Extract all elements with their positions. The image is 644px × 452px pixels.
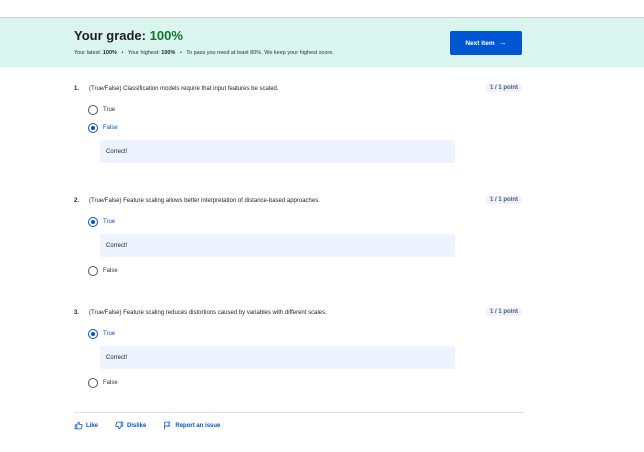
arrow-right-icon: → [498, 38, 507, 47]
latest-label: Your latest: [74, 50, 102, 56]
question-text: (True/False) Classification models requi… [89, 86, 279, 92]
next-item-label: Next item [465, 39, 495, 47]
points-badge: 1 / 1 point [485, 196, 522, 204]
feedback-correct: Correct! [100, 140, 455, 163]
question-text: (True/False) Feature scaling reduces dis… [89, 310, 327, 316]
thumbs-down-icon [115, 421, 124, 430]
points-badge: 1 / 1 point [485, 308, 522, 316]
option-true[interactable]: True [88, 216, 115, 228]
option-label: False [103, 380, 118, 386]
grade-value: 100% [149, 28, 183, 43]
grade-title: Your grade: 100% [74, 28, 183, 43]
points-badge: 1 / 1 point [485, 84, 522, 92]
feedback-correct: Correct! [100, 234, 455, 257]
option-true[interactable]: True [88, 104, 115, 116]
grade-summary: Your latest: 100% • Your highest: 100% •… [74, 50, 334, 56]
separator-dot: • [121, 50, 124, 56]
option-label: False [103, 268, 118, 274]
question-number: 2. [74, 198, 80, 204]
next-item-button[interactable]: Next item → [450, 31, 522, 55]
radio-unselected[interactable] [88, 378, 98, 388]
dislike-button[interactable]: Dislike [115, 421, 146, 430]
report-issue-button[interactable]: Report an issue [163, 421, 220, 430]
highest-label: Your highest: [127, 50, 160, 56]
option-label: False [103, 125, 118, 131]
option-true[interactable]: True [88, 328, 115, 340]
question-text: (True/False) Feature scaling allows bett… [89, 198, 320, 204]
question-number: 1. [74, 86, 80, 92]
dislike-label: Dislike [127, 422, 147, 429]
radio-unselected[interactable] [88, 266, 98, 276]
radio-selected[interactable] [88, 123, 98, 133]
highest-value: 100% [161, 50, 176, 56]
radio-unselected[interactable] [88, 105, 98, 115]
question-number: 3. [74, 310, 80, 316]
grade-banner: Your grade: 100% Your latest: 100% • You… [0, 18, 644, 67]
option-false[interactable]: False [88, 265, 118, 277]
option-label: True [103, 219, 116, 225]
option-label: True [103, 331, 116, 337]
latest-value: 100% [102, 50, 117, 56]
option-false[interactable]: False [88, 122, 118, 134]
grade-title-label: Your grade: [74, 28, 146, 43]
report-issue-label: Report an issue [175, 422, 221, 429]
like-label: Like [86, 422, 99, 429]
thumbs-up-icon [74, 421, 83, 430]
option-label: True [103, 107, 116, 113]
option-false[interactable]: False [88, 377, 118, 389]
radio-selected[interactable] [88, 329, 98, 339]
flag-icon [164, 421, 171, 430]
footer-divider [74, 412, 524, 413]
radio-selected[interactable] [88, 217, 98, 227]
feedback-correct: Correct! [100, 346, 455, 369]
like-button[interactable]: Like [74, 421, 98, 430]
feedback-actions: Like Dislike Report an issue [74, 421, 220, 430]
pass-note: To pass you need at least 80%. We keep y… [186, 50, 334, 56]
separator-dot: • [179, 50, 182, 56]
